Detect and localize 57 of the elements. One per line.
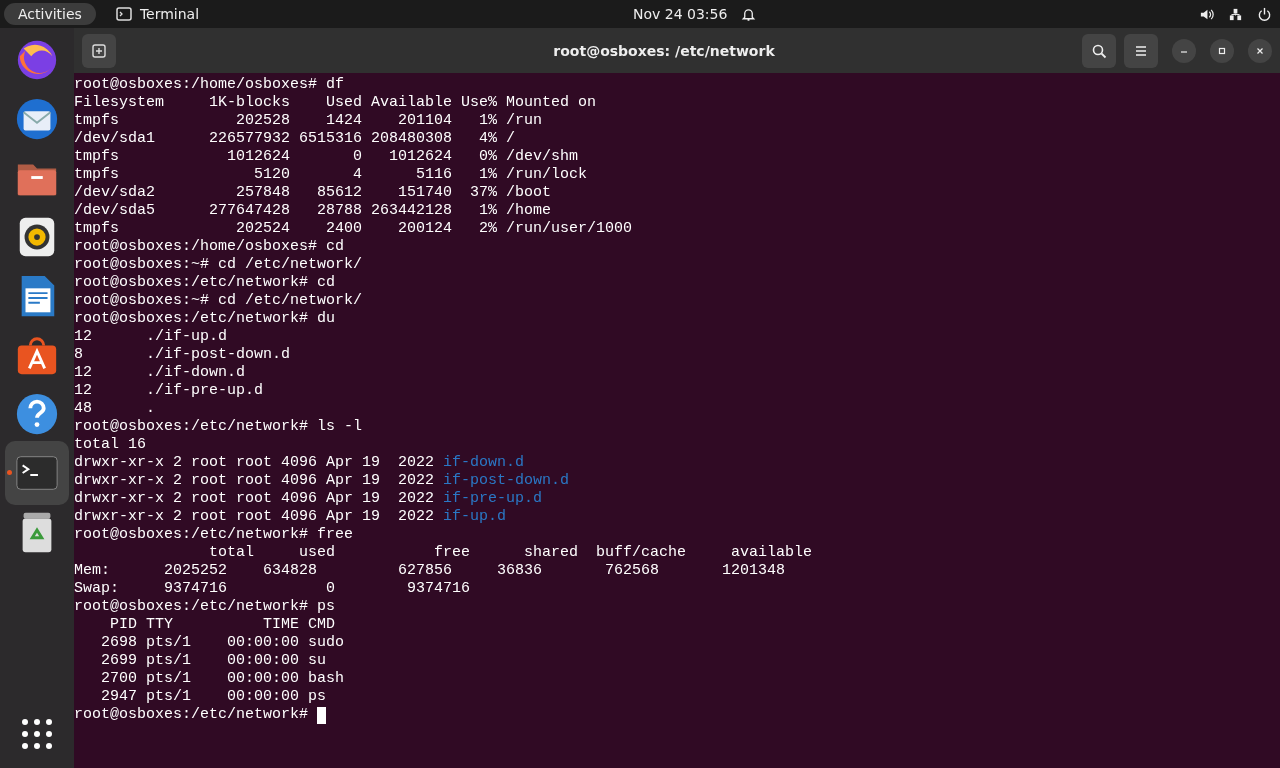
bell-icon	[741, 6, 757, 22]
close-icon	[1255, 45, 1265, 56]
terminal-line: root@osboxes:/home/osboxes# df	[74, 76, 345, 94]
terminal-line: total used free shared buff/cache available	[208, 544, 813, 562]
terminal-line: 12 ./if-down.d	[74, 364, 246, 382]
terminal-line: drwxr-xr-x 2 root root 4096 Apr 19 2022 if-down.d	[74, 454, 525, 472]
maximize-icon	[1217, 45, 1227, 56]
terminal-line: 2698 pts/1 00:00:00 sudo	[100, 634, 345, 652]
terminal-line: tmpfs 1012624 0 1012624 0% /dev/shm	[74, 148, 579, 166]
maximize-button[interactable]	[1210, 38, 1234, 63]
terminal-line: 12 ./if-up.d	[74, 328, 228, 346]
search-button[interactable]	[1082, 33, 1116, 68]
terminal-line: Filesystem 1K-blocks Used Available Use% Mounted on	[74, 94, 597, 112]
terminal-line: root@osboxes:/etc/network# du	[74, 310, 336, 328]
terminal-line: drwxr-xr-x 2 root root 4096 Apr 19 2022 if-up.d	[74, 508, 507, 526]
window-title: root@osboxes: /etc/network	[552, 42, 776, 59]
network-icon[interactable]	[1228, 6, 1243, 22]
terminal-line: tmpfs 202524 2400 200124 2% /run/user/1000	[74, 220, 633, 238]
close-button[interactable]	[1248, 38, 1272, 63]
terminal-line: root@osboxes:/home/osboxes# cd	[74, 238, 345, 256]
app-grid-icon[interactable]	[21, 718, 53, 750]
app-menu-label[interactable]: Terminal	[139, 6, 200, 22]
terminal-line: /dev/sda5 277647428 28788 263442128 1% /home	[74, 202, 552, 220]
terminal-line: tmpfs 202528 1424 201104 1% /run	[74, 112, 543, 130]
terminal-line: root@osboxes:~# cd /etc/network/	[74, 292, 363, 310]
terminal-line: /dev/sda2 257848 85612 151740 37% /boot	[74, 184, 552, 202]
terminal-line: /dev/sda1 226577932 6515316 208480308 4% /	[74, 130, 516, 148]
terminal-icon	[115, 6, 132, 22]
clock[interactable]: Nov 24 03:56	[633, 6, 728, 22]
terminal-line: root@osboxes:/etc/network# cd	[74, 274, 336, 292]
terminal-line: root@osboxes:/etc/network# ls -l	[74, 418, 363, 436]
menu-button[interactable]	[1124, 33, 1158, 68]
terminal-line: tmpfs 5120 4 5116 1% /run/lock	[74, 166, 588, 184]
activities-button[interactable]: Activities	[4, 3, 96, 25]
terminal-line: root@osboxes:~# cd /etc/network/	[74, 256, 363, 274]
new-tab-icon	[91, 42, 107, 59]
terminal-line: 2947 pts/1 00:00:00 ps	[100, 688, 327, 706]
speaker-icon[interactable]	[1199, 6, 1214, 22]
terminal-line: 8 ./if-post-down.d	[74, 346, 291, 364]
terminal-line: root@osboxes:/etc/network# free	[74, 526, 354, 544]
help-icon[interactable]	[14, 391, 60, 437]
terminal-line: 12 ./if-pre-up.d	[74, 382, 264, 400]
search-icon	[1091, 42, 1107, 59]
terminal-line: total 16	[74, 436, 146, 454]
terminal-line: 2699 pts/1 00:00:00 su	[100, 652, 327, 670]
terminal-line: 48 .	[74, 400, 155, 418]
new-tab-button[interactable]	[82, 33, 116, 68]
terminal-line: root@osboxes:/etc/network# ps	[74, 598, 336, 616]
power-icon[interactable]	[1257, 6, 1272, 22]
terminal-line: drwxr-xr-x 2 root root 4096 Apr 19 2022 if-pre-up.d	[74, 490, 543, 508]
terminal-line: drwxr-xr-x 2 root root 4096 Apr 19 2022 if-post-down.d	[74, 472, 570, 490]
mail-bird-icon[interactable]	[14, 96, 60, 142]
terminal-line: 2700 pts/1 00:00:00 bash	[100, 670, 345, 688]
terminal-line: PID TTY TIME CMD	[109, 616, 336, 634]
terminal-line: root@osboxes:/etc/network#	[74, 706, 310, 724]
terminal-line: Swap: 9374716 0 9374716	[74, 580, 471, 598]
terminal-line: Mem: 2025252 634828 627856 36836 762568 1201348	[74, 562, 786, 580]
